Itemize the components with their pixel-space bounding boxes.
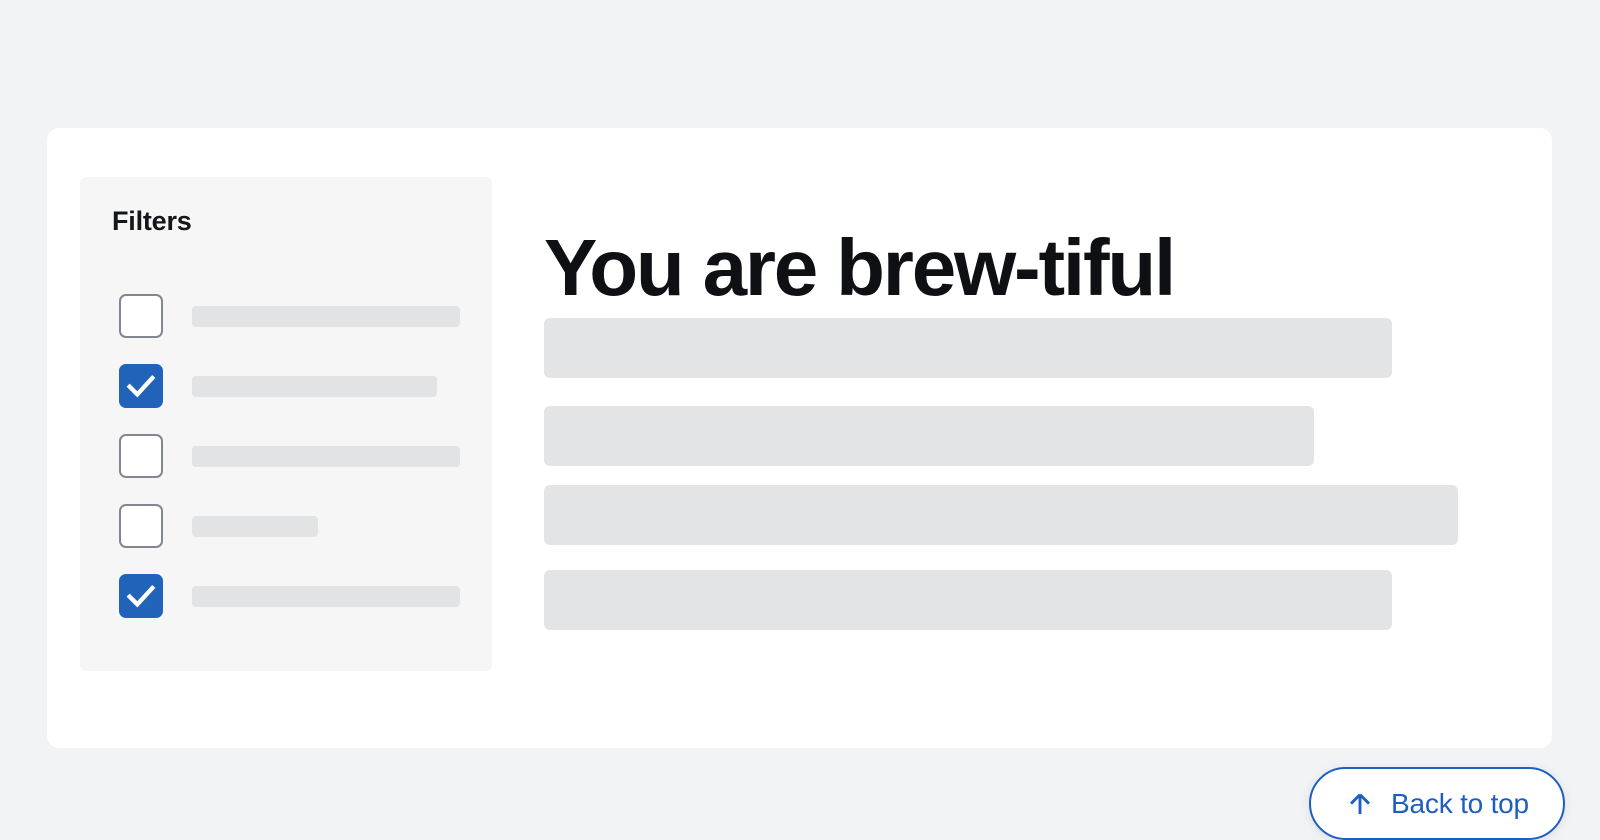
filter-label-placeholder	[192, 586, 460, 607]
content-placeholder-block	[544, 406, 1314, 466]
filter-label-placeholder	[192, 446, 460, 467]
checkbox-checked[interactable]	[119, 574, 163, 618]
check-icon	[126, 584, 156, 608]
filter-row[interactable]	[119, 504, 469, 574]
content-placeholder-block	[544, 570, 1392, 630]
page-title: You are brew-tiful	[544, 222, 1176, 312]
filter-label-placeholder	[192, 516, 318, 537]
check-icon	[126, 374, 156, 398]
checkbox-checked[interactable]	[119, 364, 163, 408]
page-root: Filters You are brew-tiful Back to top	[0, 0, 1600, 840]
filter-label-placeholder	[192, 306, 460, 327]
filter-row[interactable]	[119, 364, 469, 434]
checkbox-unchecked[interactable]	[119, 294, 163, 338]
back-to-top-label: Back to top	[1391, 787, 1529, 819]
back-to-top-button[interactable]: Back to top	[1309, 767, 1565, 840]
content-placeholder-block	[544, 318, 1392, 378]
filter-row[interactable]	[119, 574, 469, 644]
filters-heading: Filters	[112, 206, 192, 236]
checkbox-unchecked[interactable]	[119, 504, 163, 548]
filter-list	[119, 294, 469, 644]
main-content: You are brew-tiful	[544, 128, 1552, 748]
filter-row[interactable]	[119, 294, 469, 364]
content-placeholder-block	[544, 485, 1458, 545]
filter-label-placeholder	[192, 376, 437, 397]
filter-row[interactable]	[119, 434, 469, 504]
arrow-up-icon	[1350, 793, 1371, 814]
content-card: Filters You are brew-tiful Back to top	[47, 128, 1565, 840]
filters-sidebar: Filters	[80, 177, 492, 671]
checkbox-unchecked[interactable]	[119, 434, 163, 478]
